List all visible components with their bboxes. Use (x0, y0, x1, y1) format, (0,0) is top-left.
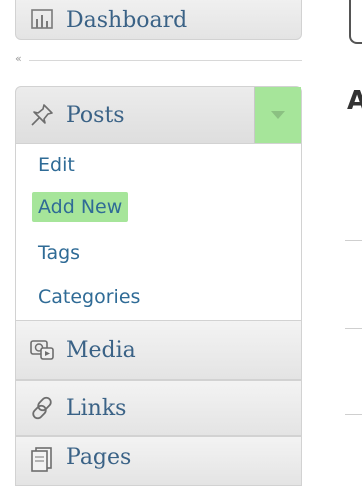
menu-media-label: Media (66, 337, 136, 363)
menu-dashboard-label: Dashboard (66, 8, 188, 33)
submenu-item-categories[interactable]: Categories (38, 286, 140, 308)
chevron-down-icon (271, 111, 285, 119)
content-panel-edge (349, 0, 362, 44)
pages-icon (28, 445, 56, 473)
menu-media[interactable]: Media (15, 320, 302, 380)
content-divider (345, 328, 362, 329)
admin-sidebar: Dashboard « Posts Edit Add New Tags Cate… (0, 0, 310, 486)
submenu-item-tags[interactable]: Tags (38, 242, 80, 264)
media-icon (28, 336, 56, 364)
page-heading: A (347, 86, 362, 116)
collapse-divider (29, 60, 302, 61)
menu-posts-label: Posts (66, 102, 125, 128)
menu-pages[interactable]: Pages (15, 436, 302, 486)
link-icon (28, 394, 56, 422)
dashboard-icon (28, 5, 56, 33)
posts-submenu-toggle[interactable] (254, 87, 301, 143)
main-content: A (310, 0, 362, 473)
collapse-menu-button[interactable]: « (15, 52, 302, 65)
collapse-arrows-icon: « (15, 52, 22, 65)
menu-posts[interactable]: Posts (15, 86, 302, 144)
submenu-item-edit[interactable]: Edit (38, 154, 75, 176)
menu-pages-label: Pages (66, 445, 132, 470)
submenu-item-add-new[interactable]: Add New (32, 192, 129, 222)
content-divider (345, 414, 362, 415)
posts-submenu: Edit Add New Tags Categories (15, 144, 302, 320)
pushpin-icon (28, 101, 56, 129)
menu-links-label: Links (66, 395, 127, 421)
content-divider (345, 240, 362, 241)
menu-links[interactable]: Links (15, 380, 302, 436)
menu-dashboard[interactable]: Dashboard (15, 0, 302, 40)
